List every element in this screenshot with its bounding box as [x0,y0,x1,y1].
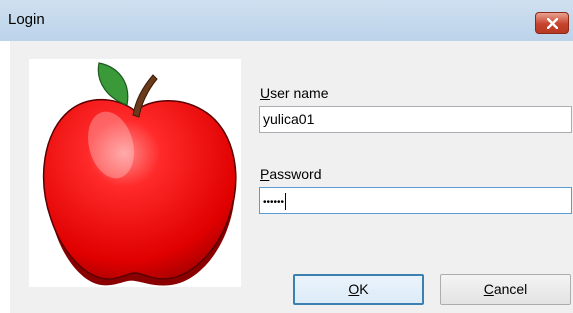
dialog-body: User name yulica01 Password •••••• OK Ca… [10,41,573,313]
username-label-text: ser name [270,85,329,101]
title-bar[interactable]: Login [0,0,573,41]
password-value: •••••• [263,197,285,208]
close-button[interactable] [535,12,569,34]
password-field[interactable]: •••••• [259,187,572,214]
cancel-mnemonic: C [483,281,494,297]
ok-button[interactable]: OK [293,274,424,305]
apple-icon [42,62,237,286]
ok-label: K [359,281,369,297]
text-caret [285,192,287,210]
username-value: yulica01 [263,111,315,127]
ok-mnemonic: O [348,281,360,297]
close-icon [547,18,558,29]
username-label-mnemonic: U [260,85,271,101]
username-field[interactable]: yulica01 [259,106,572,133]
cancel-label: ancel [493,281,528,297]
apple-image [29,59,241,287]
password-label: Password [260,166,321,182]
username-label: User name [260,85,328,101]
password-label-text: assword [269,166,322,182]
password-label-mnemonic: P [260,166,270,182]
window-title: Login [8,11,45,28]
cancel-button[interactable]: Cancel [440,274,571,305]
